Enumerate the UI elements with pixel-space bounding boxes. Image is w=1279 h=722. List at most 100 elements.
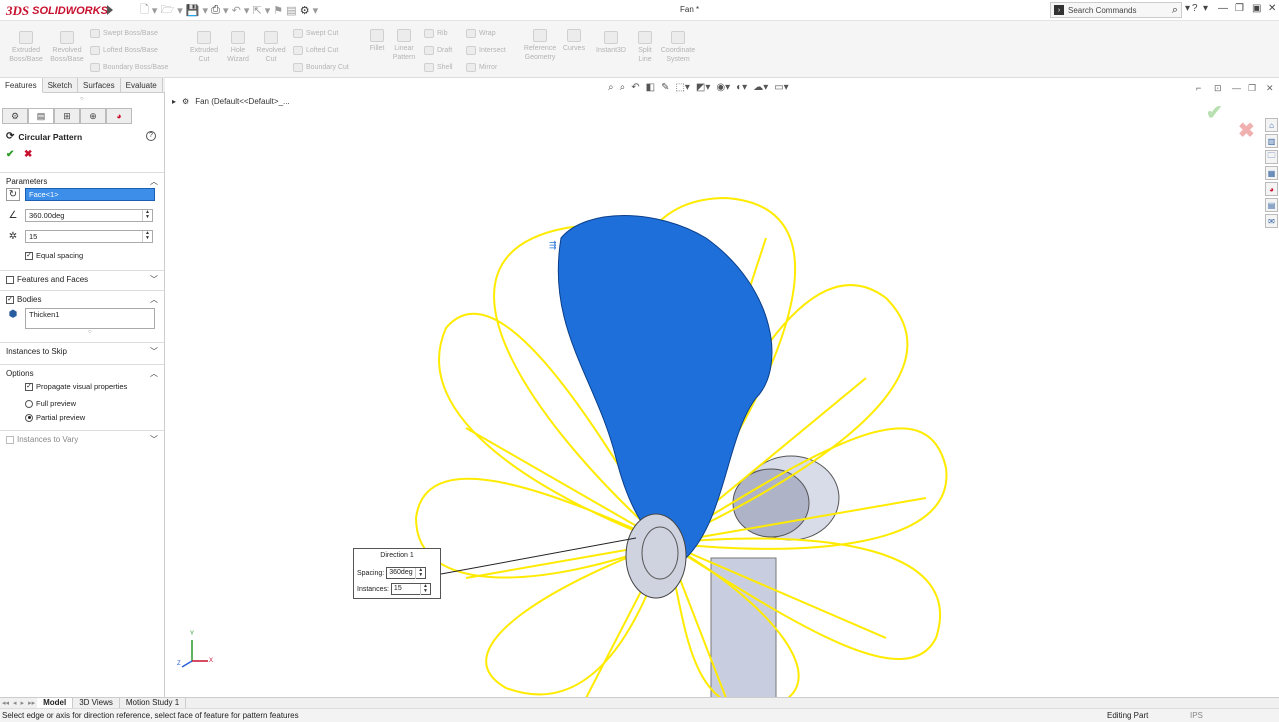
radio-on[interactable]: [25, 413, 33, 422]
file-explorer-icon[interactable]: 🗀: [1265, 150, 1278, 164]
cancel-icon[interactable]: ✖: [24, 149, 32, 160]
bodies-section-header[interactable]: ✓ Bodies ︿: [0, 290, 164, 308]
swept-cut-button[interactable]: Swept Cut: [293, 29, 338, 38]
undo-icon[interactable]: ↶: [232, 4, 241, 17]
dimxpert-icon[interactable]: ⊕: [80, 108, 106, 124]
shell-button[interactable]: Shell: [424, 63, 453, 72]
checkbox-checked[interactable]: ✓: [25, 382, 33, 391]
open-icon[interactable]: 🗁: [161, 1, 175, 20]
edit-appearance-icon[interactable]: ◐▾: [736, 82, 747, 93]
options-section-header[interactable]: Options ︿: [0, 364, 164, 382]
instances-to-vary-toggle[interactable]: Instances to Vary: [6, 435, 78, 444]
zoom-area-icon[interactable]: ⌕: [620, 82, 626, 93]
panel-grip-icon[interactable]: ○: [80, 96, 84, 102]
dynamic-annotation-icon[interactable]: ✎: [661, 82, 669, 93]
ok-icon[interactable]: ✔: [6, 149, 14, 160]
view-palette-icon[interactable]: ▦: [1265, 166, 1278, 180]
direction-reference-field[interactable]: Face<1>: [25, 188, 155, 201]
tab-sketch[interactable]: Sketch: [43, 78, 79, 93]
forum-icon[interactable]: ✉: [1265, 214, 1278, 228]
equal-spacing-checkbox[interactable]: ✓ Equal spacing: [25, 251, 83, 260]
previous-view-icon[interactable]: ↶: [631, 82, 639, 93]
help-dropdown-icon[interactable]: ▾: [1203, 3, 1208, 14]
split-line-button[interactable]: Split Line: [632, 31, 658, 64]
custom-properties-icon[interactable]: ▤: [1265, 198, 1278, 212]
file-properties-icon[interactable]: ▤: [286, 4, 296, 17]
design-library-icon[interactable]: ▥: [1265, 134, 1278, 148]
close-icon[interactable]: ✕: [1268, 3, 1276, 14]
draft-button[interactable]: Draft: [424, 46, 452, 55]
bodies-list[interactable]: Thicken1: [25, 308, 155, 329]
tab-motion-study[interactable]: Motion Study 1: [120, 697, 187, 709]
callout-instances-field[interactable]: 15 ▲ ▼: [390, 583, 431, 595]
search-icon[interactable]: ⌕: [1172, 4, 1178, 17]
revolved-cut-button[interactable]: Revolved Cut: [254, 31, 288, 64]
instances-field[interactable]: 15 ▲ ▼: [25, 230, 153, 243]
zoom-to-fit-icon[interactable]: ⌕: [608, 82, 614, 93]
chevron-up-icon[interactable]: ︿: [150, 176, 158, 187]
tab-evaluate[interactable]: Evaluate: [121, 78, 163, 93]
rib-button[interactable]: Rib: [424, 29, 448, 38]
tab-model[interactable]: Model: [37, 697, 74, 709]
section-view-icon[interactable]: ◧: [646, 82, 655, 93]
bodies-toggle[interactable]: ✓ Bodies: [6, 295, 41, 304]
intersect-button[interactable]: Intersect: [466, 46, 506, 55]
boundary-cut-button[interactable]: Boundary Cut: [293, 63, 349, 72]
minimize-icon[interactable]: —: [1218, 3, 1228, 14]
last-tab-icon[interactable]: ▸▸: [26, 699, 37, 707]
coordinate-system-button[interactable]: Coordinate System: [656, 31, 700, 64]
unit-system[interactable]: IPS: [1190, 711, 1203, 720]
instances-stepper[interactable]: ▲ ▼: [142, 231, 152, 242]
tab-surfaces[interactable]: Surfaces: [78, 78, 121, 93]
reference-geometry-button[interactable]: Reference Geometry: [521, 29, 559, 62]
revolved-boss-button[interactable]: Revolved Boss/Base: [48, 31, 86, 64]
first-tab-icon[interactable]: ◂◂: [0, 699, 11, 707]
display-manager-icon[interactable]: ◕: [106, 108, 132, 124]
features-faces-checkbox[interactable]: [6, 275, 14, 284]
hide-show-icon[interactable]: ◉▾: [716, 82, 730, 93]
print-icon[interactable]: ⎙: [211, 4, 220, 17]
tab-features[interactable]: Features: [0, 78, 43, 93]
rebuild-icon[interactable]: ⚑: [273, 4, 283, 17]
prev-tab-icon[interactable]: ◂: [11, 699, 19, 707]
appearances-icon[interactable]: ◕: [1265, 182, 1278, 196]
propagate-visual-checkbox[interactable]: ✓ Propagate visual properties: [25, 382, 127, 391]
callout-spacing-stepper[interactable]: ▲ ▼: [415, 568, 425, 579]
callout-spacing-field[interactable]: 360deg ▲ ▼: [386, 567, 427, 579]
next-tab-icon[interactable]: ▸: [19, 699, 27, 707]
apply-scene-icon[interactable]: ☁▾: [753, 82, 768, 93]
view-orientation-icon[interactable]: ⬚▾: [675, 82, 689, 93]
help-icon[interactable]: ?: [146, 131, 156, 141]
chevron-down-icon[interactable]: ﹀: [150, 274, 158, 285]
body-item[interactable]: Thicken1: [29, 310, 59, 319]
viewport-close-icon[interactable]: ✕: [1266, 83, 1274, 94]
boundary-boss-button[interactable]: Boundary Boss/Base: [90, 63, 168, 72]
expand-arrow-icon[interactable]: ▸: [172, 97, 176, 106]
full-preview-radio[interactable]: Full preview: [25, 399, 76, 408]
home-icon[interactable]: ⌂: [1265, 118, 1278, 132]
viewport-minimize-icon[interactable]: —: [1232, 83, 1241, 93]
callout-instances-stepper[interactable]: ▲ ▼: [419, 584, 430, 595]
save-icon[interactable]: 💾: [186, 4, 200, 17]
viewport-restore-icon[interactable]: ❐: [1248, 83, 1256, 94]
partial-preview-radio[interactable]: Partial preview: [25, 413, 85, 422]
direction-reference-icon[interactable]: ↻: [6, 188, 20, 201]
instances-to-skip-section-header[interactable]: Instances to Skip ﹀: [0, 342, 164, 360]
extruded-boss-button[interactable]: Extruded Boss/Base: [8, 31, 44, 64]
display-style-icon[interactable]: ◩▾: [696, 82, 710, 93]
fillet-button[interactable]: Fillet: [364, 29, 390, 53]
angle-stepper[interactable]: ▲ ▼: [142, 210, 152, 221]
tile-icon[interactable]: ▣: [1252, 3, 1261, 14]
feature-manager-icon[interactable]: ⚙: [2, 108, 28, 124]
instances-to-vary-checkbox[interactable]: [6, 435, 14, 444]
chevron-down-icon[interactable]: ﹀: [150, 434, 158, 445]
help-button[interactable]: ?: [1192, 3, 1198, 14]
linear-pattern-button[interactable]: Linear Pattern: [390, 29, 418, 62]
instant3d-button[interactable]: Instant3D: [593, 31, 629, 55]
lofted-cut-button[interactable]: Lofted Cut: [293, 46, 338, 55]
graphics-area[interactable]: ⇶ Y X Z ▸ ⚙ Fan (Default<<Default>_... ⌕…: [166, 78, 1279, 697]
chevron-up-icon[interactable]: ︿: [150, 294, 158, 305]
wrap-button[interactable]: Wrap: [466, 29, 496, 38]
features-faces-toggle[interactable]: Features and Faces: [6, 275, 88, 284]
extruded-cut-button[interactable]: Extruded Cut: [186, 31, 222, 64]
